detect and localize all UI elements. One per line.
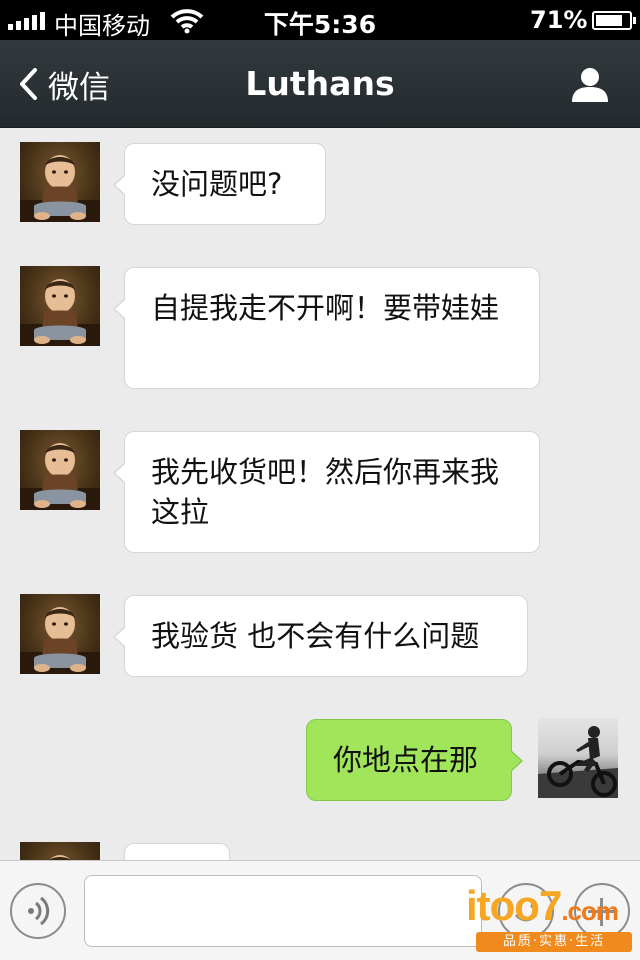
baby-photo xyxy=(20,155,100,222)
contact-profile-icon[interactable] xyxy=(570,64,610,104)
chat-title: Luthans xyxy=(245,64,395,103)
baby-photo xyxy=(20,279,100,346)
incoming-message-bubble[interactable]: 我先收货吧！然后你再来我这拉 xyxy=(113,431,540,553)
incoming-message-bubble[interactable]: 自提我走不开啊！要带娃娃 xyxy=(113,267,540,389)
battery-icon xyxy=(592,11,636,30)
smiley-icon xyxy=(514,903,538,922)
incoming-message-bubble[interactable]: 我验货 也不会有什么问题 xyxy=(113,595,528,677)
navigation-bar: 微信 Luthans xyxy=(0,40,640,128)
contact-avatar[interactable] xyxy=(20,266,100,346)
message-text-field[interactable] xyxy=(84,875,482,947)
plus-icon-stroke xyxy=(600,898,603,926)
baby-photo xyxy=(20,607,100,674)
message-input-bar xyxy=(0,860,640,960)
emoji-button[interactable] xyxy=(498,883,554,939)
voice-icon xyxy=(28,896,50,926)
contact-avatar[interactable] xyxy=(20,842,100,860)
contact-avatar[interactable] xyxy=(20,430,100,510)
outgoing-message-bubble[interactable]: 你地点在那 xyxy=(306,719,523,801)
chat-message-list[interactable]: 没问题吧? 自提我走不开啊！要带娃娃 我先收货吧！然后你再来我这拉 我验货 也不… xyxy=(0,128,640,860)
more-options-button[interactable] xyxy=(574,883,630,939)
motorcycle-rider-photo xyxy=(538,726,618,798)
status-bar: 中国移动 下午5:36 71% xyxy=(0,0,640,40)
contact-avatar[interactable] xyxy=(20,142,100,222)
baby-photo xyxy=(49,855,71,860)
my-avatar[interactable] xyxy=(538,718,618,798)
incoming-message-bubble[interactable] xyxy=(124,843,230,860)
contact-avatar[interactable] xyxy=(20,594,100,674)
voice-input-button[interactable] xyxy=(10,883,66,939)
baby-photo xyxy=(20,443,100,510)
incoming-message-bubble[interactable]: 没问题吧? xyxy=(113,143,326,225)
battery-percentage: 71% xyxy=(530,6,588,34)
